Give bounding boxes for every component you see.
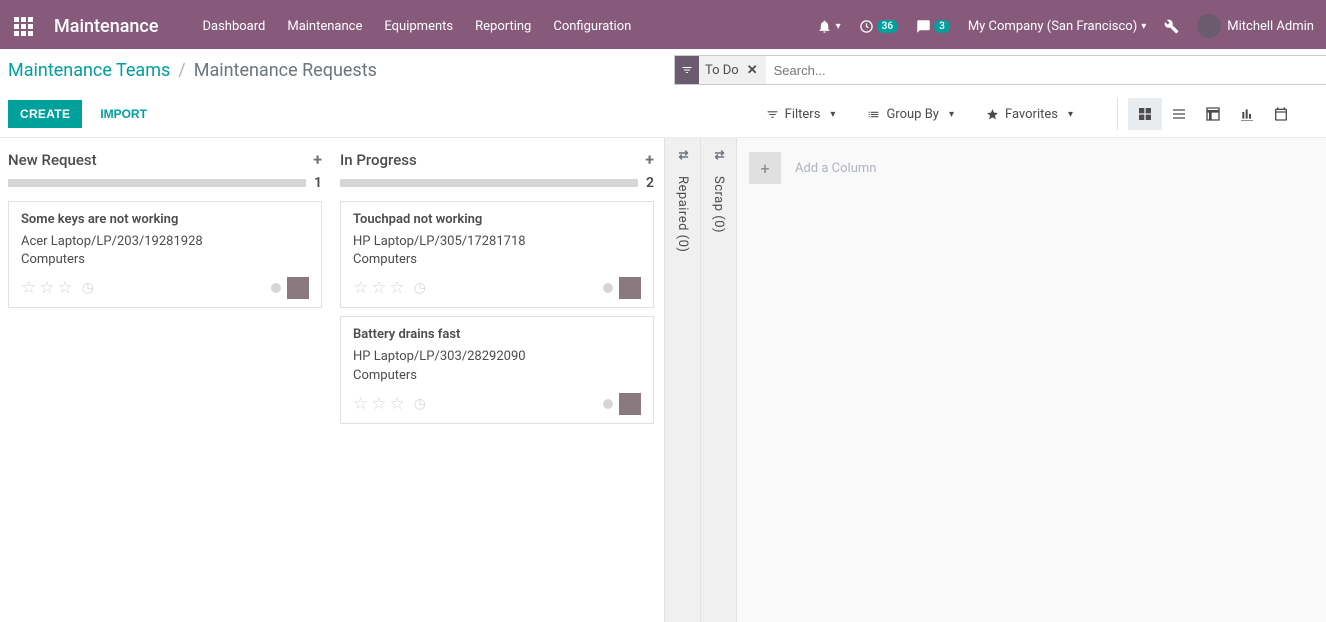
card-title: Some keys are not working (21, 212, 309, 227)
control-panel: Maintenance Teams / Maintenance Requests… (0, 49, 1326, 138)
list-view-icon[interactable] (1162, 98, 1196, 130)
assignee-avatar[interactable] (619, 393, 641, 415)
activity-clock-icon[interactable]: ◷ (82, 280, 94, 296)
discuss-badge: 3 (934, 20, 950, 33)
card-equipment: HP Laptop/LP/303/28292090 (353, 348, 641, 366)
priority-star-icon[interactable]: ☆ (21, 278, 36, 298)
column-add-icon[interactable]: + (645, 150, 654, 169)
user-name: Mitchell Admin (1227, 19, 1314, 34)
kanban-column: In Progress + 2 Touchpad not working HP … (332, 138, 664, 622)
unfold-icon: ⇄ (678, 148, 686, 162)
avatar (1197, 14, 1221, 38)
priority-star-icon[interactable]: ☆ (390, 278, 405, 298)
menu-dashboard[interactable]: Dashboard (202, 19, 265, 34)
kanban-card[interactable]: Some keys are not working Acer Laptop/LP… (8, 201, 322, 308)
filters-label: Filters (785, 107, 821, 122)
state-dot[interactable] (603, 399, 613, 409)
top-nav: Maintenance Dashboard Maintenance Equipm… (0, 3, 1326, 49)
favorites-button[interactable]: Favorites▾ (986, 107, 1073, 122)
filter-icon (675, 56, 699, 84)
folded-label: Scrap (0) (711, 176, 726, 233)
card-title: Touchpad not working (353, 212, 641, 227)
card-category: Computers (353, 367, 641, 385)
kanban-view-icon[interactable] (1128, 98, 1162, 130)
menu-reporting[interactable]: Reporting (475, 19, 531, 34)
state-dot[interactable] (603, 283, 613, 293)
unfold-icon: ⇄ (714, 148, 722, 162)
folded-column[interactable]: ⇄ Scrap (0) (700, 138, 736, 622)
priority-star-icon[interactable]: ☆ (353, 278, 368, 298)
folded-column[interactable]: ⇄ Repaired (0) (664, 138, 700, 622)
activity-clock-icon[interactable]: ◷ (414, 396, 426, 412)
column-progress-bar[interactable] (340, 179, 638, 187)
card-category: Computers (21, 251, 309, 269)
groupby-label: Group By (886, 107, 939, 122)
apps-icon[interactable] (0, 3, 46, 49)
activities-icon[interactable]: 36 (859, 19, 898, 34)
state-dot[interactable] (271, 283, 281, 293)
kanban-card[interactable]: Touchpad not working HP Laptop/LP/305/17… (340, 201, 654, 308)
kanban-card[interactable]: Battery drains fast HP Laptop/LP/303/282… (340, 316, 654, 423)
add-column-label[interactable]: Add a Column (795, 161, 876, 176)
search-bar[interactable]: To Do ✕ (674, 55, 1326, 85)
activities-badge: 36 (877, 20, 898, 33)
breadcrumb-parent[interactable]: Maintenance Teams (8, 60, 170, 81)
filters-button[interactable]: Filters▾ (766, 107, 836, 122)
card-category: Computers (353, 251, 641, 269)
column-add-icon[interactable]: + (313, 150, 322, 169)
priority-star-icon[interactable]: ☆ (39, 278, 54, 298)
activity-clock-icon[interactable]: ◷ (414, 280, 426, 296)
search-input[interactable] (766, 56, 1326, 84)
kanban-column: New Request + 1 Some keys are not workin… (0, 138, 332, 622)
folded-label: Repaired (0) (675, 176, 690, 252)
card-equipment: HP Laptop/LP/305/17281718 (353, 233, 641, 251)
column-count: 1 (314, 175, 322, 191)
discuss-icon[interactable]: 3 (916, 19, 950, 34)
menu-equipments[interactable]: Equipments (384, 19, 453, 34)
debug-icon[interactable] (1164, 19, 1179, 34)
app-brand[interactable]: Maintenance (46, 16, 178, 37)
priority-star-icon[interactable]: ☆ (390, 394, 405, 414)
column-progress-bar[interactable] (8, 179, 306, 187)
import-button[interactable]: IMPORT (88, 100, 159, 128)
search-facet: To Do ✕ (675, 56, 766, 84)
column-title[interactable]: New Request (8, 151, 97, 169)
add-column-area: + Add a Column (736, 138, 1326, 622)
priority-star-icon[interactable]: ☆ (371, 394, 386, 414)
breadcrumb: Maintenance Teams / Maintenance Requests (0, 60, 377, 81)
assignee-avatar[interactable] (619, 277, 641, 299)
menu-configuration[interactable]: Configuration (553, 19, 631, 34)
column-count: 2 (646, 175, 654, 191)
user-menu[interactable]: Mitchell Admin (1197, 14, 1314, 38)
priority-star-icon[interactable]: ☆ (371, 278, 386, 298)
facet-remove[interactable]: ✕ (745, 63, 766, 78)
favorites-label: Favorites (1005, 107, 1058, 122)
kanban-board: New Request + 1 Some keys are not workin… (0, 138, 1326, 622)
create-button[interactable]: CREATE (8, 100, 82, 128)
breadcrumb-current: Maintenance Requests (194, 60, 377, 81)
groupby-button[interactable]: Group By▾ (867, 107, 954, 122)
priority-star-icon[interactable]: ☆ (58, 278, 73, 298)
notifications-icon[interactable]: ▾ (817, 19, 841, 34)
pivot-view-icon[interactable] (1196, 98, 1230, 130)
priority-star-icon[interactable]: ☆ (353, 394, 368, 414)
assignee-avatar[interactable] (287, 277, 309, 299)
company-name: My Company (San Francisco) (968, 19, 1137, 34)
calendar-view-icon[interactable] (1264, 98, 1298, 130)
breadcrumb-sep: / (178, 60, 185, 81)
card-title: Battery drains fast (353, 327, 641, 342)
add-column-button[interactable]: + (749, 152, 781, 184)
card-equipment: Acer Laptop/LP/203/19281928 (21, 233, 309, 251)
company-switcher[interactable]: My Company (San Francisco) ▾ (968, 19, 1146, 34)
graph-view-icon[interactable] (1230, 98, 1264, 130)
column-title[interactable]: In Progress (340, 151, 417, 169)
menu-maintenance[interactable]: Maintenance (287, 19, 362, 34)
facet-label: To Do (699, 63, 745, 78)
